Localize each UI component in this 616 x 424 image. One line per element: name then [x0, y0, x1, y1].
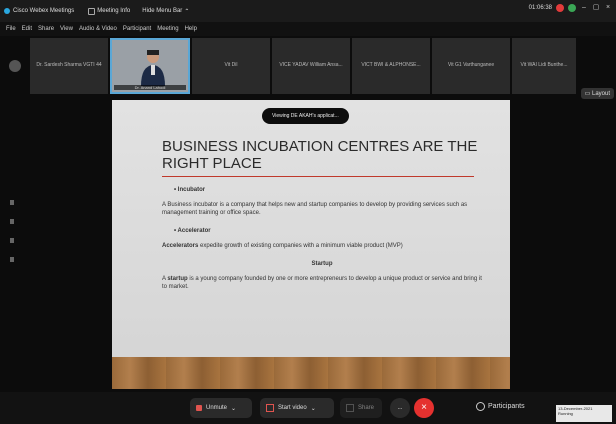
participant-video-image	[141, 50, 165, 86]
slide-title-rule	[162, 176, 474, 177]
minimize-icon[interactable]: –	[580, 4, 588, 12]
participant-tile[interactable]: Vit G1 Varthunganee	[432, 38, 510, 94]
menu-edit[interactable]: Edit	[22, 26, 32, 32]
participants-button[interactable]: Participants	[476, 402, 525, 411]
hide-menu-bar-button[interactable]: Hide Menu Bar ⌃	[142, 8, 189, 15]
participant-tile[interactable]: VICE YADAV William Ansa...	[272, 38, 350, 94]
meeting-controls-bar: Unmute ⌄ Start video ⌄ Share ... × Partici…	[0, 392, 616, 424]
end-call-button[interactable]: ×	[414, 398, 434, 418]
meeting-info-button[interactable]: Meeting Info	[88, 7, 130, 15]
info-icon	[88, 7, 96, 15]
menu-meeting[interactable]: Meeting	[157, 26, 178, 32]
menu-view[interactable]: View	[60, 26, 73, 32]
self-avatar[interactable]	[9, 60, 21, 72]
participant-tile[interactable]: VICT BWI & ALPHONSE...	[352, 38, 430, 94]
slide-paragraph-accelerator: Accelerators expedite growth of existing…	[162, 243, 403, 249]
layout-icon: ▭	[584, 91, 592, 97]
taskbar-date-popup: 13-December-2021 Running	[556, 405, 612, 422]
webex-logo-icon	[4, 8, 10, 14]
start-video-button[interactable]: Start video ⌄	[260, 398, 334, 418]
slide-paragraph-incubator: A Business incubator is a company that h…	[162, 202, 468, 216]
slide-heading-incubator: • Incubator	[174, 187, 206, 193]
slide-heading-accelerator: • Accelerator	[174, 228, 211, 234]
maximize-icon[interactable]: ▢	[592, 4, 600, 12]
close-icon[interactable]: ×	[604, 4, 612, 12]
share-button[interactable]: Share	[340, 398, 382, 418]
slide-title: Business Incubation Centres are the righ…	[162, 138, 478, 172]
unmute-button[interactable]: Unmute ⌄	[190, 398, 252, 418]
chevron-up-icon: ⌃	[184, 8, 190, 15]
participant-tile-active-speaker[interactable]: Dr. Anand Lahodi	[110, 38, 190, 94]
participant-tile[interactable]: Vit WAI Lidi Bunthe...	[512, 38, 576, 94]
participant-tile[interactable]: Vit Dil	[192, 38, 270, 94]
menu-help[interactable]: Help	[185, 26, 197, 32]
muted-mic-icon	[196, 405, 202, 411]
sidebar-icon[interactable]	[10, 219, 14, 224]
meeting-timer: 01:06:38	[528, 5, 552, 11]
window-title: Cisco Webex Meetings	[13, 8, 75, 14]
security-shield-icon[interactable]	[568, 4, 576, 12]
sharing-banner[interactable]: Viewing DE AKAH's applicat...	[262, 108, 349, 124]
layout-button[interactable]: ▭ Layout	[580, 88, 614, 99]
slide-heading-startup: Startup	[311, 261, 333, 267]
slide-body: • Incubator A Business incubator is a co…	[162, 186, 482, 301]
sidebar-icon[interactable]	[10, 200, 14, 205]
share-icon	[346, 404, 354, 412]
sidebar-icon[interactable]	[10, 257, 14, 262]
menu-bar: File Edit Share View Audio & Video Parti…	[0, 22, 616, 36]
chevron-down-icon[interactable]: ⌄	[231, 405, 236, 412]
video-off-icon	[266, 404, 274, 412]
menu-participant[interactable]: Participant	[123, 26, 151, 32]
more-options-button[interactable]: ...	[390, 398, 410, 418]
sidebar-icon[interactable]	[10, 238, 14, 243]
participant-tile[interactable]: Dr. Sardesh Sharma VGTI 44	[30, 38, 108, 94]
slide-paragraph-startup: A startup is a young company founded by …	[162, 276, 482, 290]
shared-content-slide: Viewing DE AKAH's applicat... Business I…	[112, 100, 510, 389]
slide-wood-floor-image	[112, 357, 510, 389]
menu-audio-video[interactable]: Audio & Video	[79, 26, 117, 32]
recording-icon	[556, 4, 564, 12]
chevron-down-icon[interactable]: ⌄	[311, 405, 316, 412]
menu-file[interactable]: File	[6, 26, 16, 32]
menu-share[interactable]: Share	[38, 26, 54, 32]
left-sidebar	[10, 200, 20, 276]
title-bar: Cisco Webex Meetings Meeting Info Hide M…	[0, 0, 616, 22]
participant-strip: Dr. Sardesh Sharma VGTI 44 Dr. Anand Lah…	[0, 38, 616, 99]
participants-icon	[476, 402, 485, 411]
